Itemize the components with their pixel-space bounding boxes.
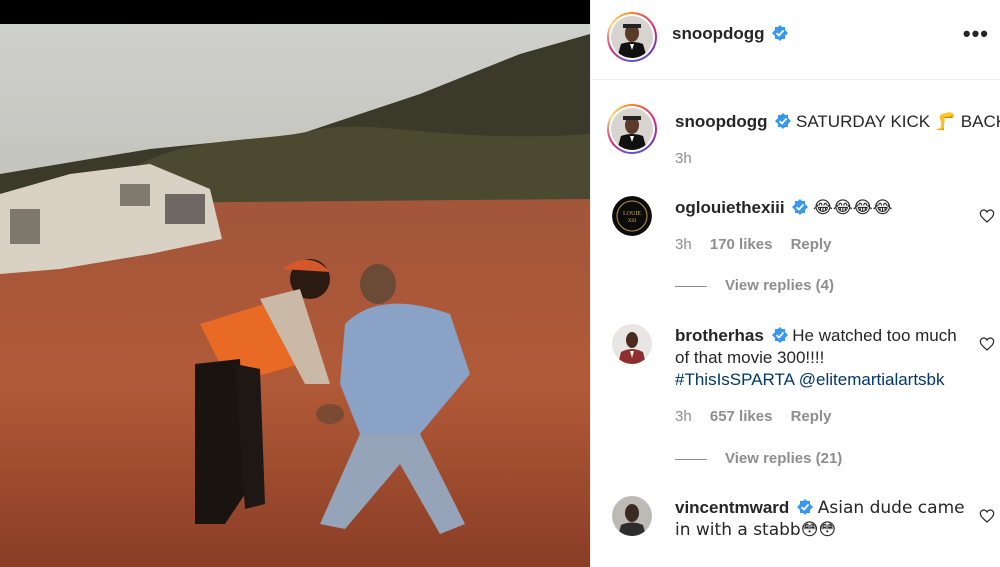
comment-text: vincentmward Asian dude came in with a s… bbox=[675, 497, 965, 541]
caption-time[interactable]: 3h bbox=[675, 150, 692, 167]
comment-text: oglouiethexiii 😂😂😂😂 bbox=[675, 197, 965, 219]
comment-time[interactable]: 3h bbox=[675, 408, 692, 425]
oglouiethexiii-avatar[interactable]: LOUIE XIII bbox=[612, 196, 652, 236]
caption-meta: 3h bbox=[675, 150, 706, 167]
brotherhas-avatar[interactable] bbox=[612, 324, 652, 364]
vincentmward-avatar[interactable] bbox=[612, 496, 652, 536]
verified-badge-icon bbox=[771, 327, 788, 343]
comments-panel: snoopdogg ••• snoopdogg SATURDAY KICK 🦵 … bbox=[590, 0, 1000, 567]
reply-button[interactable]: Reply bbox=[791, 236, 832, 253]
comment-text: brotherhas He watched too much of that m… bbox=[675, 325, 965, 391]
svg-text:XIII: XIII bbox=[628, 219, 637, 224]
post-media[interactable] bbox=[0, 0, 590, 567]
like-heart-icon[interactable] bbox=[979, 208, 995, 224]
comment-meta: 3h 657 likes Reply bbox=[675, 408, 845, 425]
comment-hashtag-mention[interactable]: #ThisIsSPARTA @elitemartialartsbk bbox=[675, 370, 945, 389]
comment-body: 😂😂😂😂 bbox=[813, 198, 893, 218]
verified-badge-icon bbox=[792, 199, 809, 215]
leg-emoji: 🦵 bbox=[934, 112, 957, 132]
comment-username[interactable]: brotherhas bbox=[675, 326, 764, 345]
reply-button[interactable]: Reply bbox=[791, 408, 832, 425]
media-letterbox bbox=[0, 0, 590, 24]
caption-author-avatar[interactable] bbox=[607, 104, 657, 154]
caption-body-end: BACK bbox=[960, 112, 1000, 131]
like-heart-icon[interactable] bbox=[979, 336, 995, 352]
caption-text: snoopdogg SATURDAY KICK 🦵 BACK bbox=[675, 111, 1000, 133]
caption-username[interactable]: snoopdogg bbox=[675, 112, 768, 131]
like-heart-icon[interactable] bbox=[979, 508, 995, 524]
comment-username[interactable]: vincentmward bbox=[675, 498, 789, 517]
replies-divider-line bbox=[675, 459, 707, 460]
post-header: snoopdogg ••• bbox=[591, 0, 1000, 80]
comment-likes[interactable]: 657 likes bbox=[710, 408, 773, 425]
video-frame[interactable] bbox=[0, 24, 590, 567]
author-avatar[interactable] bbox=[607, 12, 657, 62]
view-replies-button[interactable]: View replies (21) bbox=[725, 450, 842, 467]
comment-likes[interactable]: 170 likes bbox=[710, 236, 773, 253]
comment-meta: 3h 170 likes Reply bbox=[675, 236, 845, 253]
caption-body: SATURDAY KICK bbox=[796, 112, 931, 131]
view-replies-button[interactable]: View replies (4) bbox=[725, 277, 834, 294]
comment-time[interactable]: 3h bbox=[675, 236, 692, 253]
header-username[interactable]: snoopdogg bbox=[672, 24, 765, 43]
replies-divider-line bbox=[675, 286, 707, 287]
comment-username[interactable]: oglouiethexiii bbox=[675, 198, 785, 217]
more-options-icon[interactable]: ••• bbox=[963, 23, 989, 45]
snoopdogg-avatar-image bbox=[611, 16, 653, 58]
verified-badge-icon bbox=[775, 113, 792, 129]
verified-badge-icon bbox=[797, 499, 814, 515]
avatar-logo-text: LOUIE bbox=[623, 211, 641, 217]
verified-badge-icon bbox=[771, 25, 788, 41]
snoopdogg-avatar-image bbox=[611, 108, 653, 150]
